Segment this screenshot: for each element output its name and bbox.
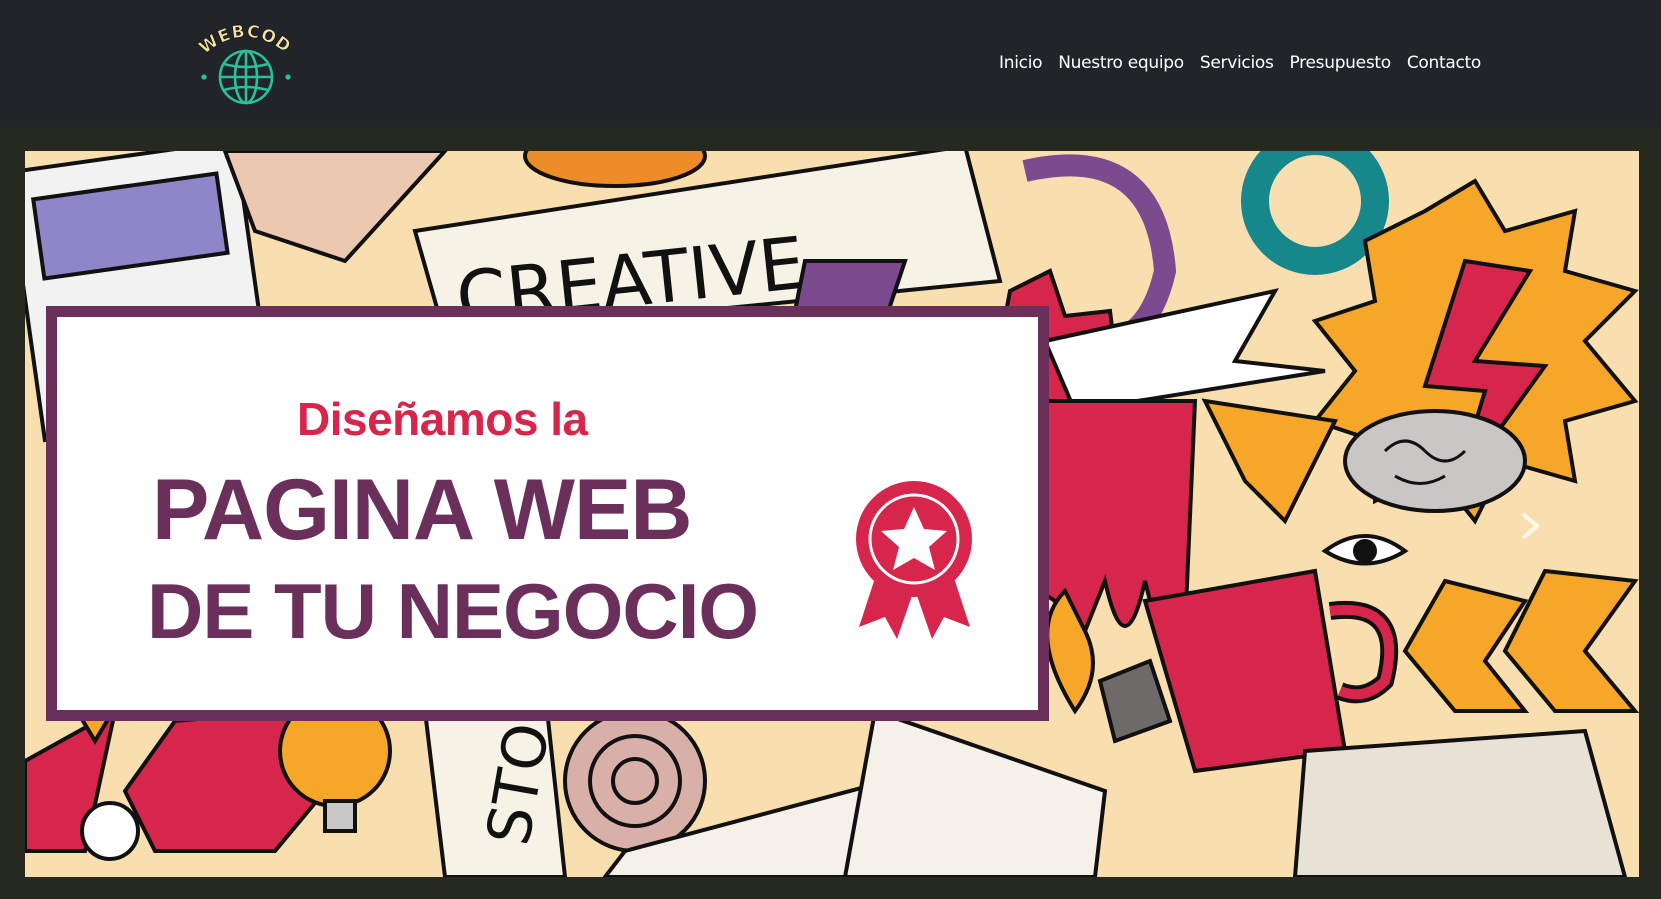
nav-link-presupuesto[interactable]: Presupuesto (1282, 50, 1399, 76)
main-nav: Inicio Nuestro equipo Servicios Presupue… (991, 50, 1489, 76)
navbar: WEBCODE Inicio Nuestro equipo Servicios … (0, 0, 1661, 127)
headline-small: Diseñamos la (297, 393, 588, 445)
nav-link-servicios[interactable]: Servicios (1192, 50, 1282, 76)
hero-carousel: CREATIVE STOR Diseñamos la PAGINA WEB DE… (25, 151, 1639, 877)
award-badge-icon (856, 481, 972, 639)
hero-banner: Diseñamos la PAGINA WEB DE TU NEGOCIO (46, 306, 1049, 721)
carousel-next-icon[interactable] (1509, 506, 1549, 546)
hero-section: CREATIVE STOR Diseñamos la PAGINA WEB DE… (0, 127, 1661, 899)
nav-link-nuestro-equipo[interactable]: Nuestro equipo (1050, 50, 1192, 76)
nav-link-contacto[interactable]: Contacto (1399, 50, 1489, 76)
globe-icon (218, 49, 274, 105)
headline-big: PAGINA WEB (152, 462, 692, 558)
nav-link-inicio[interactable]: Inicio (991, 50, 1050, 76)
webcode-logo[interactable]: WEBCODE (195, 18, 297, 108)
headline-sub: DE TU NEGOCIO (147, 567, 759, 655)
